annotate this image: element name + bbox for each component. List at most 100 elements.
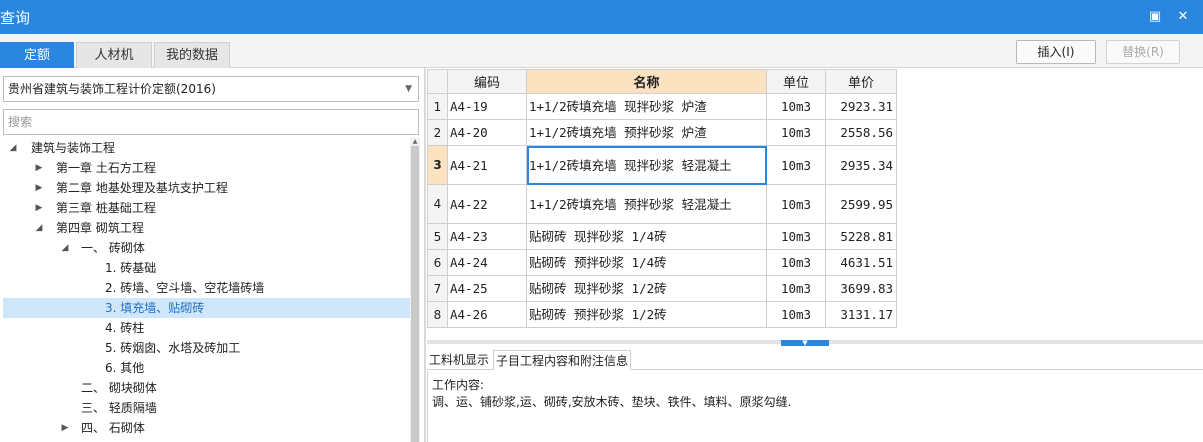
- horizontal-splitter[interactable]: ▼: [427, 340, 1203, 347]
- collapsed-arrow-icon[interactable]: ▶: [33, 198, 45, 218]
- code-cell[interactable]: A4-19: [447, 93, 527, 120]
- name-cell[interactable]: 贴砌砖 现拌砂浆 1/4砖: [526, 223, 767, 250]
- price-cell[interactable]: 3699.83: [825, 275, 897, 302]
- code-cell[interactable]: A4-22: [447, 184, 527, 224]
- unit-cell[interactable]: 10m3: [766, 301, 826, 328]
- table-row[interactable]: 8 A4-26 贴砌砖 预拌砂浆 1/2砖 10m3 3131.17: [427, 301, 897, 328]
- tree-node-stone-masonry[interactable]: ▶ 四、 石砌体: [3, 418, 410, 438]
- tree-node-brick-masonry[interactable]: ◢ 一、 砖砌体: [3, 238, 410, 258]
- tree-node-chapter-2[interactable]: ▶ 第二章 地基处理及基坑支护工程: [3, 178, 410, 198]
- code-cell[interactable]: A4-24: [447, 249, 527, 276]
- work-content-heading: 工作内容:: [432, 378, 485, 392]
- tree-scrollbar[interactable]: ▲: [410, 138, 420, 442]
- tree-node-label: 6. 其他: [105, 361, 145, 375]
- tree-node-infill-wall[interactable]: 3. 填充墙、贴砌砖: [3, 298, 410, 318]
- price-cell[interactable]: 2935.34: [825, 145, 897, 185]
- unit-cell[interactable]: 10m3: [766, 93, 826, 120]
- pane-divider[interactable]: [424, 68, 426, 442]
- name-column-header[interactable]: 名称: [526, 69, 767, 94]
- tree-node-label: 四、 石砌体: [81, 421, 145, 435]
- tree-node-block-masonry[interactable]: 二、 砌块砌体: [3, 378, 410, 398]
- collapsed-arrow-icon[interactable]: ▶: [59, 418, 71, 438]
- code-cell[interactable]: A4-26: [447, 301, 527, 328]
- row-number: 4: [427, 184, 448, 224]
- collapse-arrow-icon[interactable]: ▼: [781, 340, 829, 347]
- tab-quota[interactable]: 定额: [0, 42, 74, 68]
- close-icon[interactable]: ✕: [1174, 8, 1192, 26]
- tree-node-building-decoration[interactable]: ◢ 建筑与装饰工程: [3, 138, 410, 158]
- collapsed-arrow-icon[interactable]: ▶: [33, 158, 45, 178]
- scroll-up-icon[interactable]: ▲: [410, 138, 420, 146]
- unit-cell[interactable]: 10m3: [766, 249, 826, 276]
- price-cell[interactable]: 4631.51: [825, 249, 897, 276]
- price-cell[interactable]: 2599.95: [825, 184, 897, 224]
- tab-labor-material-display[interactable]: 工料机显示: [427, 350, 491, 370]
- tree-node-label: 第一章 土石方工程: [56, 161, 156, 175]
- tab-labor-material-machine[interactable]: 人材机: [76, 42, 152, 68]
- tree-node-label: 一、 砖砌体: [81, 241, 145, 255]
- tree-node-other[interactable]: 6. 其他: [3, 358, 410, 378]
- scrollbar-thumb[interactable]: [411, 146, 419, 442]
- chevron-down-icon[interactable]: ▼: [405, 77, 412, 101]
- window-title: 查询: [0, 9, 31, 27]
- code-column-header[interactable]: 编码: [447, 69, 527, 94]
- tree-node-label: 第二章 地基处理及基坑支护工程: [56, 181, 228, 195]
- row-number: 7: [427, 275, 448, 302]
- code-cell[interactable]: A4-25: [447, 275, 527, 302]
- maximize-icon[interactable]: ▣: [1146, 8, 1164, 26]
- name-cell[interactable]: 贴砌砖 预拌砂浆 1/2砖: [526, 301, 767, 328]
- detail-content: 工作内容: 调、运、铺砂浆,运、砌砖,安放木砖、垫块、铁件、填料、原浆勾缝.: [427, 371, 1203, 442]
- table-row[interactable]: 5 A4-23 贴砌砖 现拌砂浆 1/4砖 10m3 5228.81: [427, 223, 897, 250]
- table-row[interactable]: 1 A4-19 1+1/2砖填充墙 现拌砂浆 炉渣 10m3 2923.31: [427, 93, 897, 120]
- code-cell[interactable]: A4-23: [447, 223, 527, 250]
- price-column-header[interactable]: 单价: [825, 69, 897, 94]
- tree-node-light-partition[interactable]: 三、 轻质隔墙: [3, 398, 410, 418]
- table-row[interactable]: 7 A4-25 贴砌砖 现拌砂浆 1/2砖 10m3 3699.83: [427, 275, 897, 302]
- name-cell[interactable]: 1+1/2砖填充墙 现拌砂浆 轻混凝土: [526, 145, 767, 185]
- table-row[interactable]: 2 A4-20 1+1/2砖填充墙 预拌砂浆 炉渣 10m3 2558.56: [427, 119, 897, 146]
- insert-button[interactable]: 插入(I): [1016, 40, 1096, 64]
- tab-bar: 定额 人材机 我的数据 插入(I) 替换(R): [0, 34, 1203, 68]
- collapsed-arrow-icon[interactable]: ▶: [33, 178, 45, 198]
- name-cell[interactable]: 1+1/2砖填充墙 现拌砂浆 炉渣: [526, 93, 767, 120]
- detail-tab-bar: 工料机显示 子目工程内容和附注信息: [427, 350, 1203, 370]
- expanded-arrow-icon[interactable]: ◢: [33, 218, 45, 238]
- tree-node-chapter-1[interactable]: ▶ 第一章 土石方工程: [3, 158, 410, 178]
- price-cell[interactable]: 3131.17: [825, 301, 897, 328]
- tab-work-content-notes[interactable]: 子目工程内容和附注信息: [493, 350, 632, 370]
- price-cell[interactable]: 2923.31: [825, 93, 897, 120]
- unit-cell[interactable]: 10m3: [766, 223, 826, 250]
- tab-my-data[interactable]: 我的数据: [154, 42, 230, 68]
- name-cell[interactable]: 1+1/2砖填充墙 预拌砂浆 炉渣: [526, 119, 767, 146]
- unit-cell[interactable]: 10m3: [766, 119, 826, 146]
- unit-column-header[interactable]: 单位: [766, 69, 826, 94]
- tree-node-chimney[interactable]: 5. 砖烟囱、水塔及砖加工: [3, 338, 410, 358]
- table-row-selected[interactable]: 3 A4-21 1+1/2砖填充墙 现拌砂浆 轻混凝土 10m3 2935.34: [427, 145, 897, 185]
- quota-library-select[interactable]: 贵州省建筑与装饰工程计价定额(2016) ▼: [3, 76, 419, 102]
- unit-cell[interactable]: 10m3: [766, 275, 826, 302]
- tree-node-brick-wall[interactable]: 2. 砖墙、空斗墙、空花墙砖墙: [3, 278, 410, 298]
- left-pane: 贵州省建筑与装饰工程计价定额(2016) ▼ ◢ 建筑与装饰工程 ▶ 第一章 土…: [0, 68, 424, 442]
- expanded-arrow-icon[interactable]: ◢: [7, 138, 19, 158]
- table-row[interactable]: 6 A4-24 贴砌砖 预拌砂浆 1/4砖 10m3 4631.51: [427, 249, 897, 276]
- tree-node-label: 4. 砖柱: [105, 321, 145, 335]
- name-cell[interactable]: 贴砌砖 预拌砂浆 1/4砖: [526, 249, 767, 276]
- replace-button[interactable]: 替换(R): [1106, 40, 1180, 64]
- code-cell[interactable]: A4-21: [447, 145, 527, 185]
- tree-node-chapter-3[interactable]: ▶ 第三章 桩基础工程: [3, 198, 410, 218]
- price-cell[interactable]: 2558.56: [825, 119, 897, 146]
- unit-cell[interactable]: 10m3: [766, 184, 826, 224]
- tree-node-brick-column[interactable]: 4. 砖柱: [3, 318, 410, 338]
- quota-results-table: 编码 名称 单位 单价 1 A4-19 1+1/2砖填充墙 现拌砂浆 炉渣 10…: [427, 69, 897, 328]
- unit-cell[interactable]: 10m3: [766, 145, 826, 185]
- search-input[interactable]: [3, 109, 419, 135]
- expanded-arrow-icon[interactable]: ◢: [59, 238, 71, 258]
- tree-node-chapter-4[interactable]: ◢ 第四章 砌筑工程: [3, 218, 410, 238]
- name-cell[interactable]: 1+1/2砖填充墙 预拌砂浆 轻混凝土: [526, 184, 767, 224]
- tree-node-brick-foundation[interactable]: 1. 砖基础: [3, 258, 410, 278]
- table-row[interactable]: 4 A4-22 1+1/2砖填充墙 预拌砂浆 轻混凝土 10m3 2599.95: [427, 184, 897, 224]
- code-cell[interactable]: A4-20: [447, 119, 527, 146]
- name-cell[interactable]: 贴砌砖 现拌砂浆 1/2砖: [526, 275, 767, 302]
- tree-node-label: 第四章 砌筑工程: [56, 221, 144, 235]
- price-cell[interactable]: 5228.81: [825, 223, 897, 250]
